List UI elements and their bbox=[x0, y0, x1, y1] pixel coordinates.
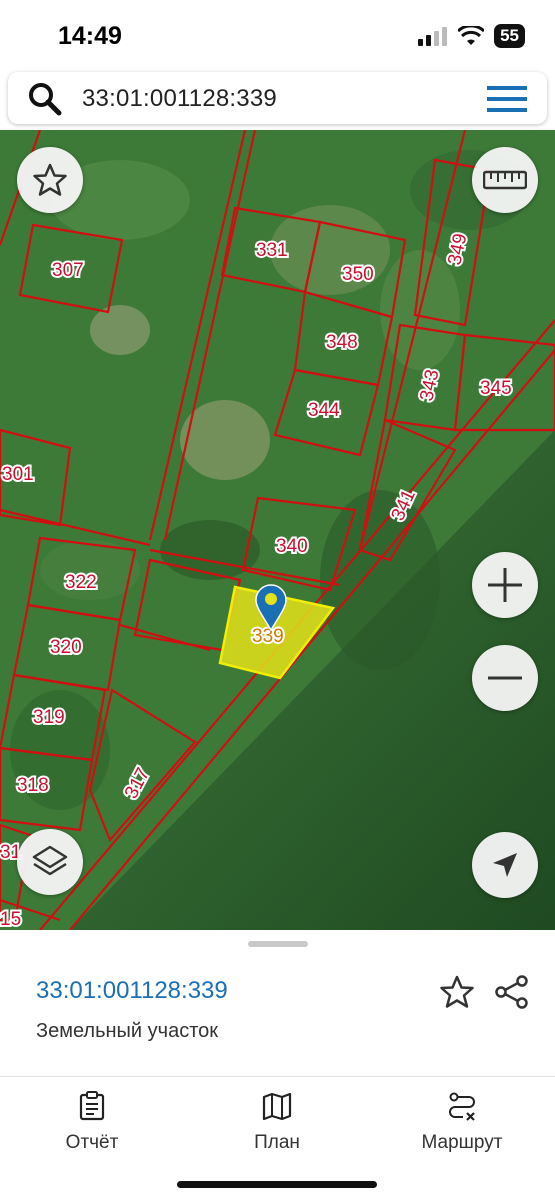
parcel-label[interactable]: 345 bbox=[478, 376, 514, 401]
parcel-label[interactable]: 301 bbox=[0, 462, 36, 487]
wifi-icon bbox=[458, 26, 485, 45]
plus-icon bbox=[488, 568, 522, 602]
zoom-out-button[interactable] bbox=[472, 645, 538, 711]
parcel-info-sheet[interactable]: 33:01:001128:339 Земельный участок bbox=[0, 930, 555, 1076]
status-time: 14:49 bbox=[58, 22, 122, 50]
cadastral-number[interactable]: 33:01:001128:339 bbox=[36, 977, 228, 1005]
my-location-button[interactable] bbox=[472, 832, 538, 898]
tab-report-label: Отчёт bbox=[65, 1132, 119, 1153]
tab-plan[interactable]: План bbox=[207, 1091, 347, 1154]
parcel-label[interactable]: 319 bbox=[31, 705, 67, 730]
parcel-label[interactable]: 340 bbox=[274, 534, 310, 559]
satellite-map[interactable]: 307 331 350 349 348 343 345 344 301 341 … bbox=[0, 130, 555, 930]
layers-button[interactable] bbox=[17, 829, 83, 895]
clipboard-icon bbox=[79, 1091, 105, 1121]
parcel-label[interactable]: 339 bbox=[250, 624, 286, 649]
parcel-label[interactable]: 15 bbox=[0, 907, 23, 930]
menu-icon[interactable] bbox=[487, 85, 527, 113]
layers-icon bbox=[32, 845, 68, 876]
parcel-label[interactable]: 318 bbox=[15, 773, 51, 798]
navigation-arrow-icon bbox=[493, 853, 517, 877]
status-icons: 55 bbox=[418, 24, 525, 48]
parcel-label[interactable]: 331 bbox=[254, 238, 290, 263]
share-icon[interactable] bbox=[494, 974, 530, 1010]
tab-plan-label: План bbox=[254, 1132, 300, 1153]
parcel-label[interactable]: 344 bbox=[306, 398, 342, 423]
parcel-type: Земельный участок bbox=[36, 1020, 219, 1042]
favorite-map-button[interactable] bbox=[17, 147, 83, 213]
parcel-label[interactable]: 348 bbox=[324, 330, 360, 355]
ruler-button[interactable] bbox=[472, 147, 538, 213]
ruler-icon bbox=[483, 170, 527, 190]
home-indicator[interactable] bbox=[177, 1181, 377, 1188]
search-bar[interactable]: 33:01:001128:339 bbox=[8, 72, 547, 124]
tab-route-label: Маршрут bbox=[421, 1132, 503, 1153]
favorite-star-icon[interactable] bbox=[439, 974, 475, 1010]
tab-report[interactable]: Отчёт bbox=[22, 1091, 162, 1154]
status-bar: 14:49 55 bbox=[0, 0, 555, 72]
signal-icon bbox=[418, 27, 448, 46]
tab-route[interactable]: Маршрут bbox=[392, 1091, 532, 1154]
minus-icon bbox=[488, 676, 522, 680]
parcel-label[interactable]: 320 bbox=[48, 635, 84, 660]
battery-indicator: 55 bbox=[494, 24, 525, 48]
parcel-label[interactable]: 350 bbox=[340, 262, 376, 287]
parcel-label[interactable]: 322 bbox=[63, 570, 99, 595]
route-icon bbox=[449, 1092, 475, 1121]
search-input[interactable]: 33:01:001128:339 bbox=[82, 85, 277, 113]
star-icon bbox=[33, 163, 67, 196]
sheet-drag-handle[interactable] bbox=[248, 941, 308, 947]
parcel-label[interactable]: 307 bbox=[50, 258, 86, 283]
map-icon bbox=[262, 1092, 292, 1121]
search-icon[interactable] bbox=[28, 82, 62, 116]
zoom-in-button[interactable] bbox=[472, 552, 538, 618]
